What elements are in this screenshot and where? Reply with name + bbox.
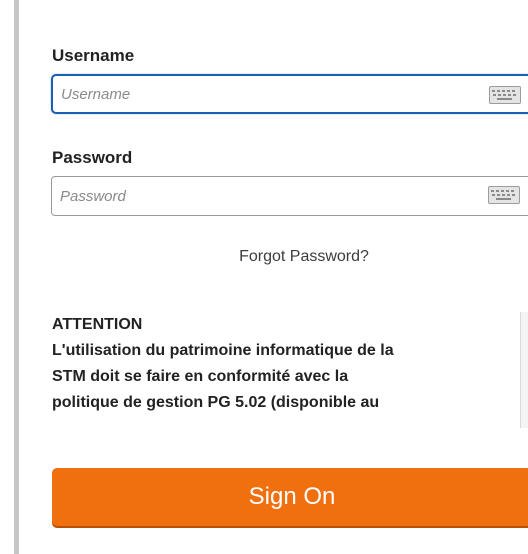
forgot-password-link[interactable]: Forgot Password? (0, 248, 528, 266)
notice-scrollbar[interactable] (520, 312, 528, 428)
notice-line: STM doit se faire en conformité avec la (52, 368, 349, 385)
username-input[interactable] (61, 76, 461, 112)
notice-line: L'utilisation du patrimoine informatique… (52, 342, 394, 359)
notice-line: politique de gestion PG 5.02 (disponible… (52, 394, 380, 411)
username-field[interactable] (51, 74, 528, 114)
keyboard-icon[interactable] (488, 186, 520, 204)
username-label: Username (52, 46, 135, 65)
left-divider (14, 0, 19, 554)
sign-on-button[interactable]: Sign On (52, 468, 528, 526)
notice-heading: ATTENTION (52, 316, 143, 333)
attention-notice: ATTENTION L'utilisation du patrimoine in… (52, 312, 528, 416)
password-input[interactable] (60, 177, 460, 215)
password-field[interactable] (51, 176, 528, 216)
keyboard-icon[interactable] (489, 86, 521, 104)
password-label: Password (52, 148, 133, 167)
login-page: Username Password (0, 0, 528, 554)
